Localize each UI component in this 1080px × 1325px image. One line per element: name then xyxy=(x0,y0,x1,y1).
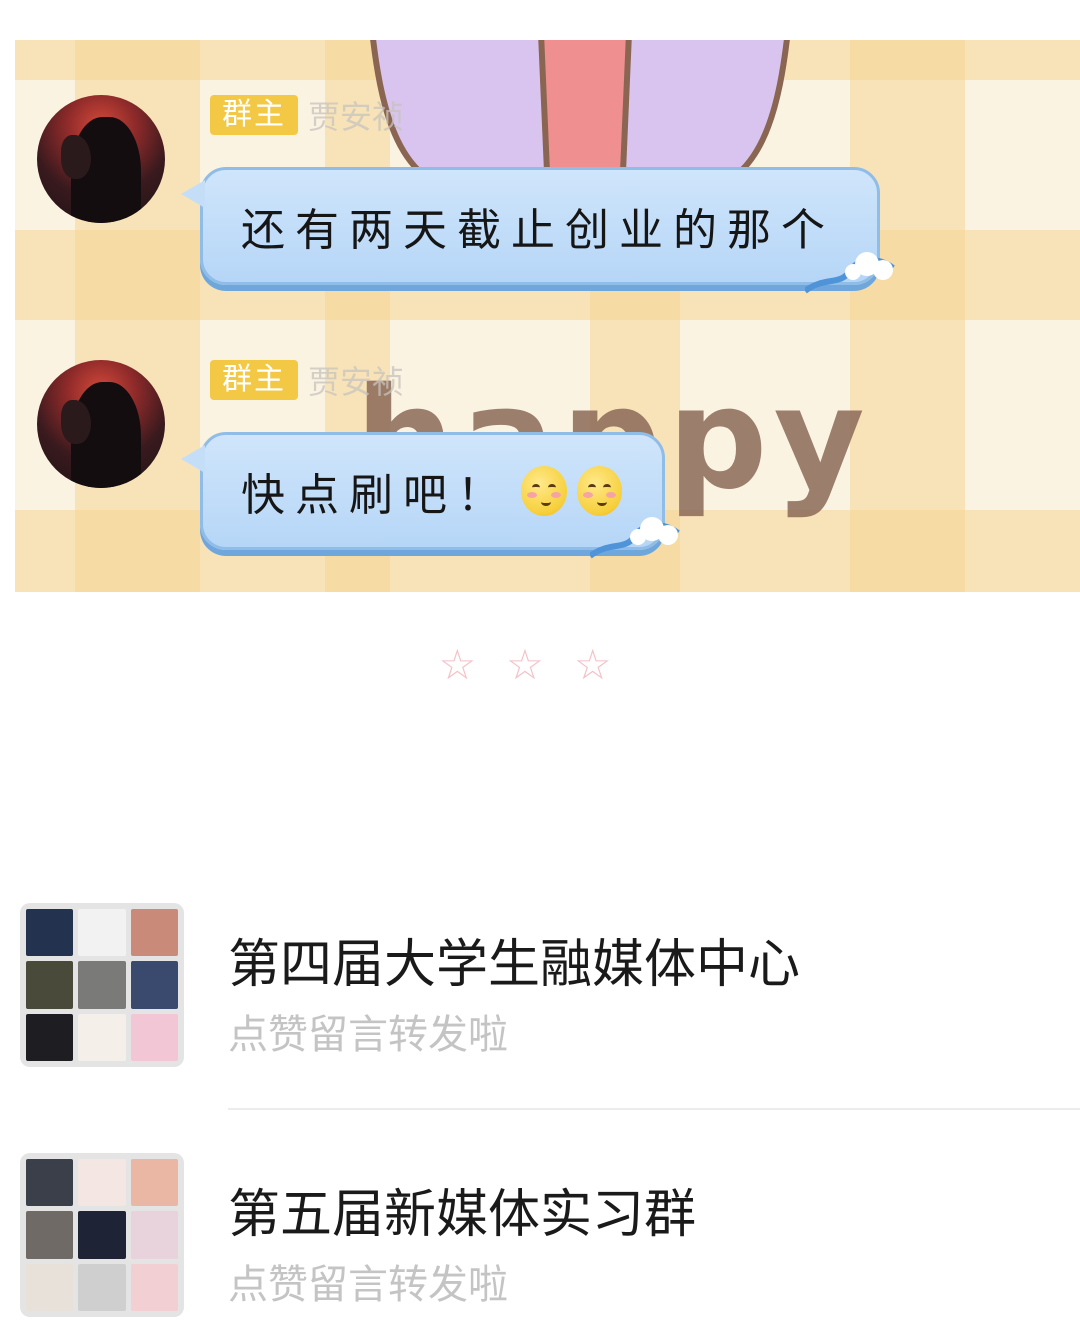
blushing-smile-emoji-icon xyxy=(521,466,567,516)
star-divider: ☆☆☆ xyxy=(438,640,642,689)
member-avatar-thumbnail xyxy=(78,1013,126,1061)
member-avatar-thumbnail xyxy=(26,1211,74,1259)
member-avatar-thumbnail xyxy=(130,1211,178,1259)
wave-decoration-icon xyxy=(805,252,895,294)
group-avatar-grid xyxy=(20,1153,184,1317)
group-name: 第五届新媒体实习群 xyxy=(228,1185,697,1245)
member-avatar-thumbnail xyxy=(26,1159,74,1207)
message-text: 快点刷吧！ xyxy=(241,470,511,521)
group-avatar-grid xyxy=(20,903,184,1067)
sender-header: 群主 贾安祯 xyxy=(210,360,405,401)
sender-avatar[interactable] xyxy=(37,95,165,223)
message-text: 还有两天截止创业的那个 xyxy=(241,205,835,256)
member-avatar-thumbnail xyxy=(78,909,126,957)
group-name: 第四届大学生融媒体中心 xyxy=(228,935,801,995)
chat-screenshot: happy 群主 贾安祯 还有两天截止创业的那个 群主 贾安祯 快点刷吧！ xyxy=(15,40,1080,592)
member-avatar-thumbnail xyxy=(130,909,178,957)
member-avatar-thumbnail xyxy=(130,1263,178,1311)
member-avatar-thumbnail xyxy=(130,1159,178,1207)
member-avatar-thumbnail xyxy=(130,961,178,1009)
sender-avatar[interactable] xyxy=(37,360,165,488)
group-last-message: 点赞留言转发啦 xyxy=(228,1012,508,1058)
sender-name: 贾安祯 xyxy=(308,363,405,401)
blushing-smile-emoji-icon xyxy=(576,466,622,516)
group-owner-badge: 群主 xyxy=(210,360,298,400)
sender-name: 贾安祯 xyxy=(308,98,405,136)
wave-decoration-icon xyxy=(590,517,680,559)
message-bubble[interactable]: 快点刷吧！ xyxy=(181,432,680,559)
list-divider xyxy=(228,1108,1080,1110)
sender-header: 群主 贾安祯 xyxy=(210,95,405,136)
member-avatar-thumbnail xyxy=(78,1211,126,1259)
member-avatar-thumbnail xyxy=(26,909,74,957)
chat-message: 群主 贾安祯 快点刷吧！ xyxy=(15,360,1080,592)
member-avatar-thumbnail xyxy=(26,1263,74,1311)
member-avatar-thumbnail xyxy=(130,1013,178,1061)
message-bubble[interactable]: 还有两天截止创业的那个 xyxy=(181,167,895,294)
group-chat-list-item[interactable]: 第四届大学生融媒体中心 点赞留言转发啦 xyxy=(0,900,1080,1070)
member-avatar-thumbnail xyxy=(78,1159,126,1207)
group-last-message: 点赞留言转发啦 xyxy=(228,1262,508,1308)
member-avatar-thumbnail xyxy=(78,961,126,1009)
group-owner-badge: 群主 xyxy=(210,95,298,135)
member-avatar-thumbnail xyxy=(26,1013,74,1061)
group-chat-list-item[interactable]: 第五届新媒体实习群 点赞留言转发啦 xyxy=(0,1150,1080,1320)
member-avatar-thumbnail xyxy=(78,1263,126,1311)
member-avatar-thumbnail xyxy=(26,961,74,1009)
chat-message: 群主 贾安祯 还有两天截止创业的那个 xyxy=(15,95,1080,335)
